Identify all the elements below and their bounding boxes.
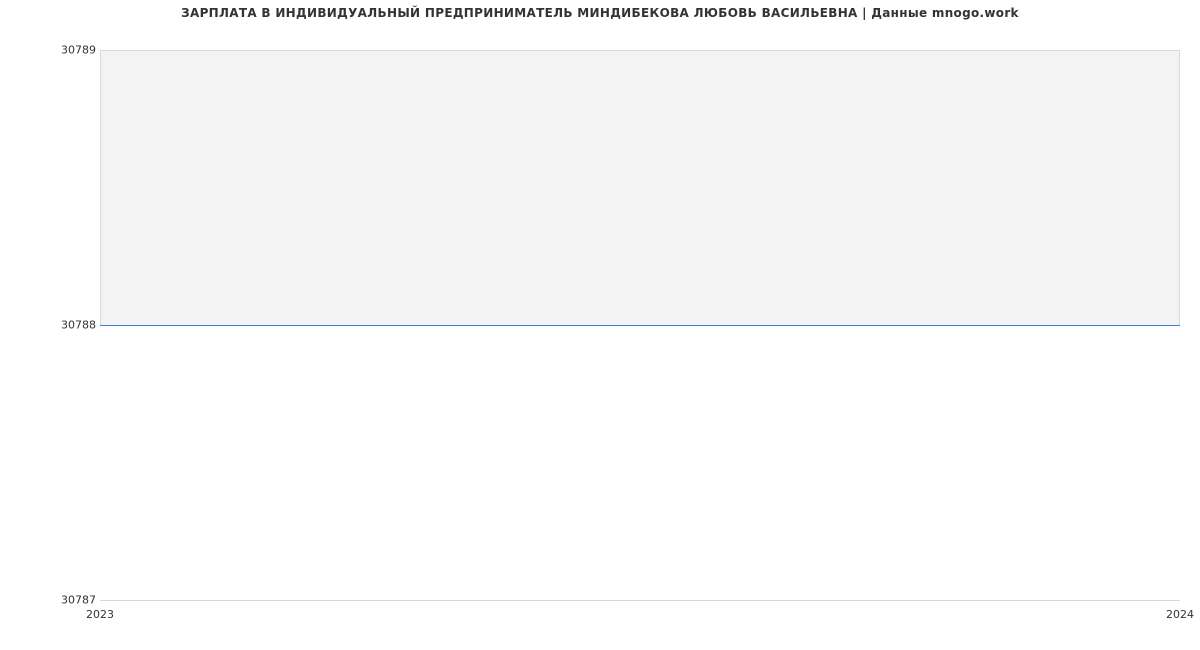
chart-container: ЗАРПЛАТА В ИНДИВИДУАЛЬНЫЙ ПРЕДПРИНИМАТЕЛ…	[0, 0, 1200, 650]
x-axis-line	[100, 600, 1180, 601]
y-tick-top: 30789	[56, 44, 96, 57]
x-tick-left: 2023	[86, 608, 114, 621]
area-fill	[100, 50, 1180, 325]
y-tick-mid: 30788	[56, 319, 96, 332]
y-tick-bottom: 30787	[56, 594, 96, 607]
chart-title: ЗАРПЛАТА В ИНДИВИДУАЛЬНЫЙ ПРЕДПРИНИМАТЕЛ…	[0, 6, 1200, 20]
plot-area	[100, 50, 1180, 600]
series-line	[100, 325, 1180, 326]
x-tick-right: 2024	[1166, 608, 1194, 621]
